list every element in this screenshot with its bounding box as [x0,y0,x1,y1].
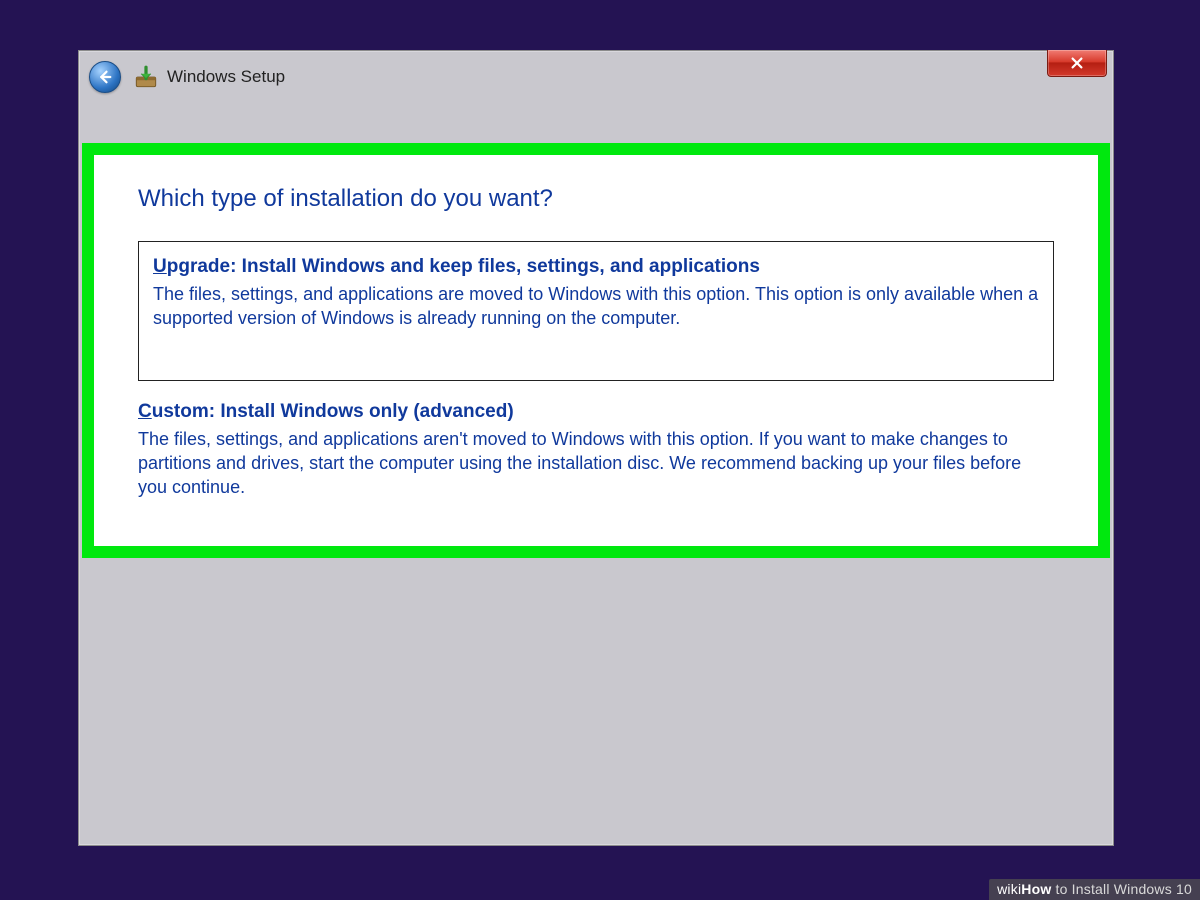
option-custom-description: The files, settings, and applications ar… [138,427,1054,500]
close-button[interactable] [1047,50,1107,77]
window-title: Windows Setup [167,67,285,87]
mnemonic-letter: C [138,401,152,422]
page-heading: Which type of installation do you want? [138,185,1054,213]
title-rest: pgrade: Install Windows and keep files, … [167,256,760,277]
titlebar: Windows Setup [79,51,1113,103]
watermark-rest: to Install Windows 10 [1051,881,1192,897]
watermark-how: How [1021,881,1051,897]
desktop-background: Windows Setup Which type of installation… [0,0,1200,900]
mnemonic-letter: U [153,256,167,277]
installation-type-panel: Which type of installation do you want? … [82,143,1110,558]
option-custom[interactable]: Custom: Install Windows only (advanced) … [138,399,1054,500]
arrow-left-icon [96,68,114,86]
watermark-wiki: wiki [997,881,1021,897]
option-upgrade-title: Upgrade: Install Windows and keep files,… [153,254,1039,280]
close-icon [1070,56,1084,70]
option-upgrade[interactable]: Upgrade: Install Windows and keep files,… [138,241,1054,381]
option-upgrade-description: The files, settings, and applications ar… [153,282,1039,331]
watermark: wikiHow to Install Windows 10 [989,879,1200,900]
setup-icon [133,64,159,90]
back-button[interactable] [89,61,121,93]
option-custom-title: Custom: Install Windows only (advanced) [138,399,1054,425]
title-rest: ustom: Install Windows only (advanced) [152,401,514,422]
setup-window: Windows Setup Which type of installation… [78,50,1114,846]
